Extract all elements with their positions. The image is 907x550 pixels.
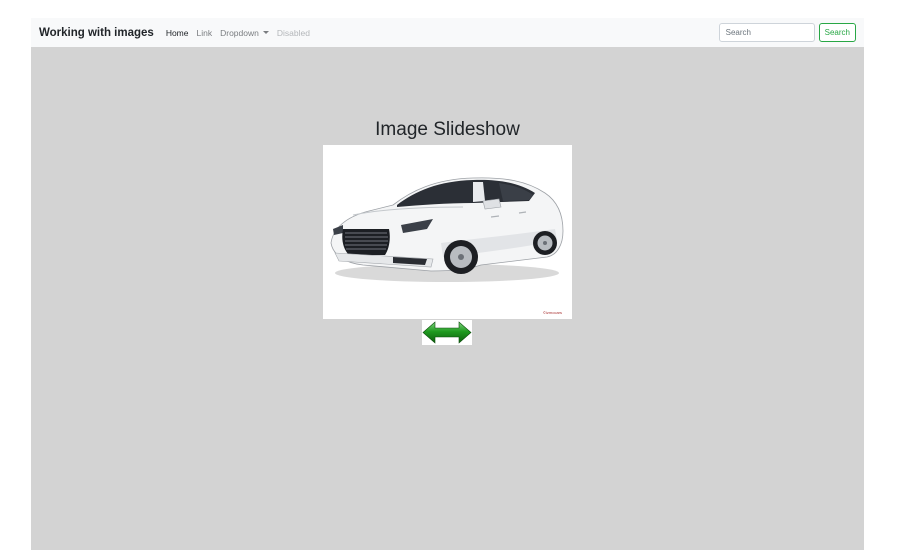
nav-dropdown-label: Dropdown xyxy=(220,27,259,38)
nav-link-link[interactable]: Link xyxy=(197,28,213,38)
car-image xyxy=(323,145,572,319)
slideshow-image: ©izmocars xyxy=(323,145,572,319)
navbar: Working with images Home Link Dropdown D… xyxy=(31,18,864,47)
nav-link-home[interactable]: Home xyxy=(166,28,189,38)
slideshow-arrows-control[interactable] xyxy=(422,320,472,345)
navbar-brand[interactable]: Working with images xyxy=(39,27,154,39)
nav-link-disabled: Disabled xyxy=(276,27,310,38)
page-title: Image Slideshow xyxy=(375,119,520,140)
search-form: Search xyxy=(718,23,856,42)
caret-down-icon xyxy=(262,31,269,34)
nav-dropdown-toggle[interactable]: Dropdown xyxy=(220,28,269,38)
search-button[interactable]: Search xyxy=(818,23,856,42)
double-arrow-icon xyxy=(422,321,472,344)
watermark-text: ©izmocars xyxy=(543,310,562,315)
search-input[interactable] xyxy=(718,23,815,42)
main-content: Image Slideshow ©izmocars xyxy=(31,47,864,550)
